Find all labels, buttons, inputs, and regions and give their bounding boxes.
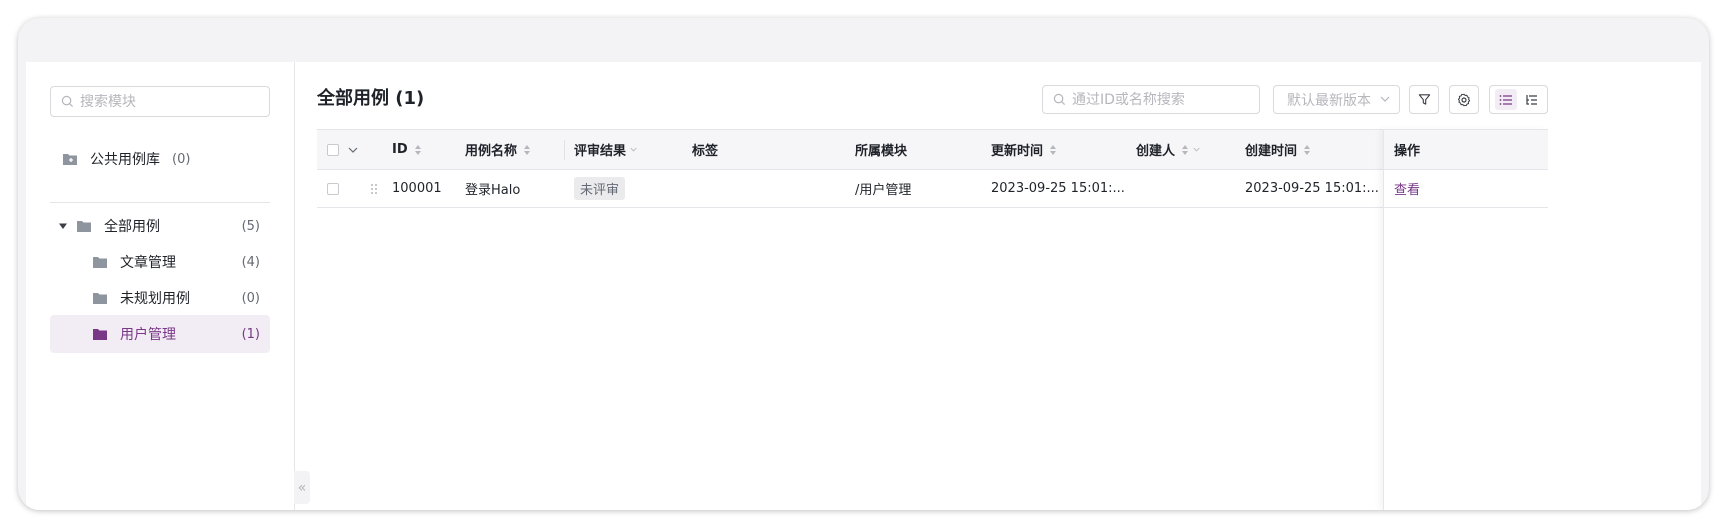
version-select-placeholder: 默认最新版本	[1287, 92, 1371, 109]
drag-handle-icon[interactable]	[370, 170, 378, 207]
search-icon	[61, 95, 74, 108]
column-header-updated[interactable]: 更新时间	[991, 130, 1057, 169]
column-divider[interactable]	[564, 140, 565, 160]
case-module: /用户管理	[855, 183, 912, 198]
list-view-icon	[1499, 94, 1512, 105]
tree-item-user-management[interactable]: 用户管理 (1)	[50, 315, 270, 353]
public-label: 公共用例库	[90, 152, 160, 168]
tree-item-all-cases[interactable]: 全部用例 (5)	[50, 207, 270, 245]
column-header-module: 所属模块	[855, 130, 907, 169]
chevron-down-icon	[348, 147, 358, 153]
sort-icon[interactable]	[1181, 144, 1189, 156]
chevron-down-icon[interactable]	[1193, 146, 1200, 153]
column-header-label: 所属模块	[855, 144, 908, 159]
chevron-down-icon	[1380, 96, 1390, 102]
search-icon	[1053, 93, 1066, 106]
column-header-label: 更新时间	[991, 144, 1044, 159]
column-header-creator[interactable]: 创建人	[1136, 130, 1200, 169]
tree-item-count: (1)	[241, 326, 260, 342]
case-id: 100001	[392, 181, 442, 196]
filter-button[interactable]	[1409, 85, 1439, 114]
row-checkbox[interactable]	[327, 170, 339, 207]
content-area: 公共用例库 (0) 全部用例 (5) 文章管理 (4) 未规划用例 (0)	[26, 62, 1701, 510]
tree-item-label: 文章管理	[120, 255, 176, 271]
column-header-created[interactable]: 创建时间	[1245, 130, 1311, 169]
folder-icon	[93, 329, 107, 340]
column-header-label: 用例名称	[465, 144, 518, 159]
tree-item-article-management[interactable]: 文章管理 (4)	[50, 243, 270, 281]
module-search[interactable]	[50, 86, 270, 117]
sort-icon[interactable]	[1303, 144, 1311, 156]
public-count: (0)	[172, 151, 191, 167]
view-case-link[interactable]: 查看	[1394, 170, 1420, 207]
table-row[interactable]: 100001 登录Halo 未评审 /用户管理 2023-09-25 15:01…	[317, 170, 1548, 208]
column-header-review[interactable]: 评审结果	[574, 130, 637, 169]
sidebar-divider	[50, 202, 270, 203]
tree-item-label: 全部用例	[104, 219, 160, 235]
case-table: ID 用例名称 评审结果 标签 所属模块 更新时间 创建人 创建时间 操作 10…	[317, 129, 1548, 510]
page-title: 全部用例 (1)	[317, 88, 425, 109]
case-updated-time: 2023-09-25 15:01:...	[991, 181, 1125, 196]
review-status-cell: 未评审	[574, 170, 626, 207]
sort-icon[interactable]	[1049, 144, 1057, 156]
tree-item-count: (5)	[241, 218, 260, 234]
filter-icon	[1418, 94, 1430, 105]
tree-item-label: 未规划用例	[120, 291, 190, 307]
folder-icon	[77, 221, 91, 232]
table-header: ID 用例名称 评审结果 标签 所属模块 更新时间 创建人 创建时间 操作	[317, 129, 1548, 170]
list-view-button[interactable]	[1494, 89, 1517, 110]
folder-icon	[93, 293, 107, 304]
version-select[interactable]: 默认最新版本	[1273, 85, 1400, 114]
case-search-input[interactable]	[1072, 91, 1252, 108]
sort-icon[interactable]	[523, 144, 531, 156]
case-list-panel: 全部用例 (1) 默认最新版本	[295, 62, 1701, 510]
module-search-input[interactable]	[80, 93, 260, 110]
column-header-label: 创建时间	[1245, 144, 1298, 159]
case-search[interactable]	[1042, 85, 1260, 114]
case-name[interactable]: 登录Halo	[465, 170, 520, 207]
select-all-checkbox[interactable]	[327, 130, 339, 169]
gear-icon	[1457, 93, 1471, 106]
view-toggle	[1489, 85, 1548, 114]
column-header-id[interactable]: ID	[392, 130, 422, 169]
sort-icon[interactable]	[414, 144, 422, 156]
case-created-time: 2023-09-25 15:01:...	[1245, 181, 1379, 196]
column-header-name[interactable]: 用例名称	[465, 130, 531, 169]
column-header-actions: 操作	[1394, 130, 1420, 169]
tree-item-count: (0)	[241, 290, 260, 306]
tree-view-button[interactable]	[1520, 89, 1542, 110]
batch-select-dropdown[interactable]	[348, 130, 358, 169]
folder-icon	[93, 257, 107, 268]
tree-item-label: 用户管理	[120, 327, 176, 343]
column-header-label: 评审结果	[574, 144, 627, 159]
settings-button[interactable]	[1449, 85, 1479, 114]
tree-view-icon	[1526, 94, 1538, 105]
column-header-label: ID	[392, 142, 408, 157]
column-header-label: 创建人	[1136, 144, 1176, 159]
caret-down-icon[interactable]	[58, 221, 68, 231]
public-case-library[interactable]: 公共用例库 (0)	[50, 140, 270, 178]
column-header-tags: 标签	[692, 130, 718, 169]
module-sidebar: 公共用例库 (0) 全部用例 (5) 文章管理 (4) 未规划用例 (0)	[26, 62, 295, 510]
column-header-label: 标签	[692, 144, 719, 159]
review-status-badge: 未评审	[574, 177, 626, 200]
tree-item-unplanned-cases[interactable]: 未规划用例 (0)	[50, 279, 270, 317]
app-window: 公共用例库 (0) 全部用例 (5) 文章管理 (4) 未规划用例 (0)	[18, 18, 1709, 510]
column-header-label: 操作	[1394, 144, 1421, 159]
public-folder-icon	[63, 154, 77, 165]
tree-item-count: (4)	[241, 254, 260, 270]
chevron-down-icon[interactable]	[630, 146, 637, 153]
